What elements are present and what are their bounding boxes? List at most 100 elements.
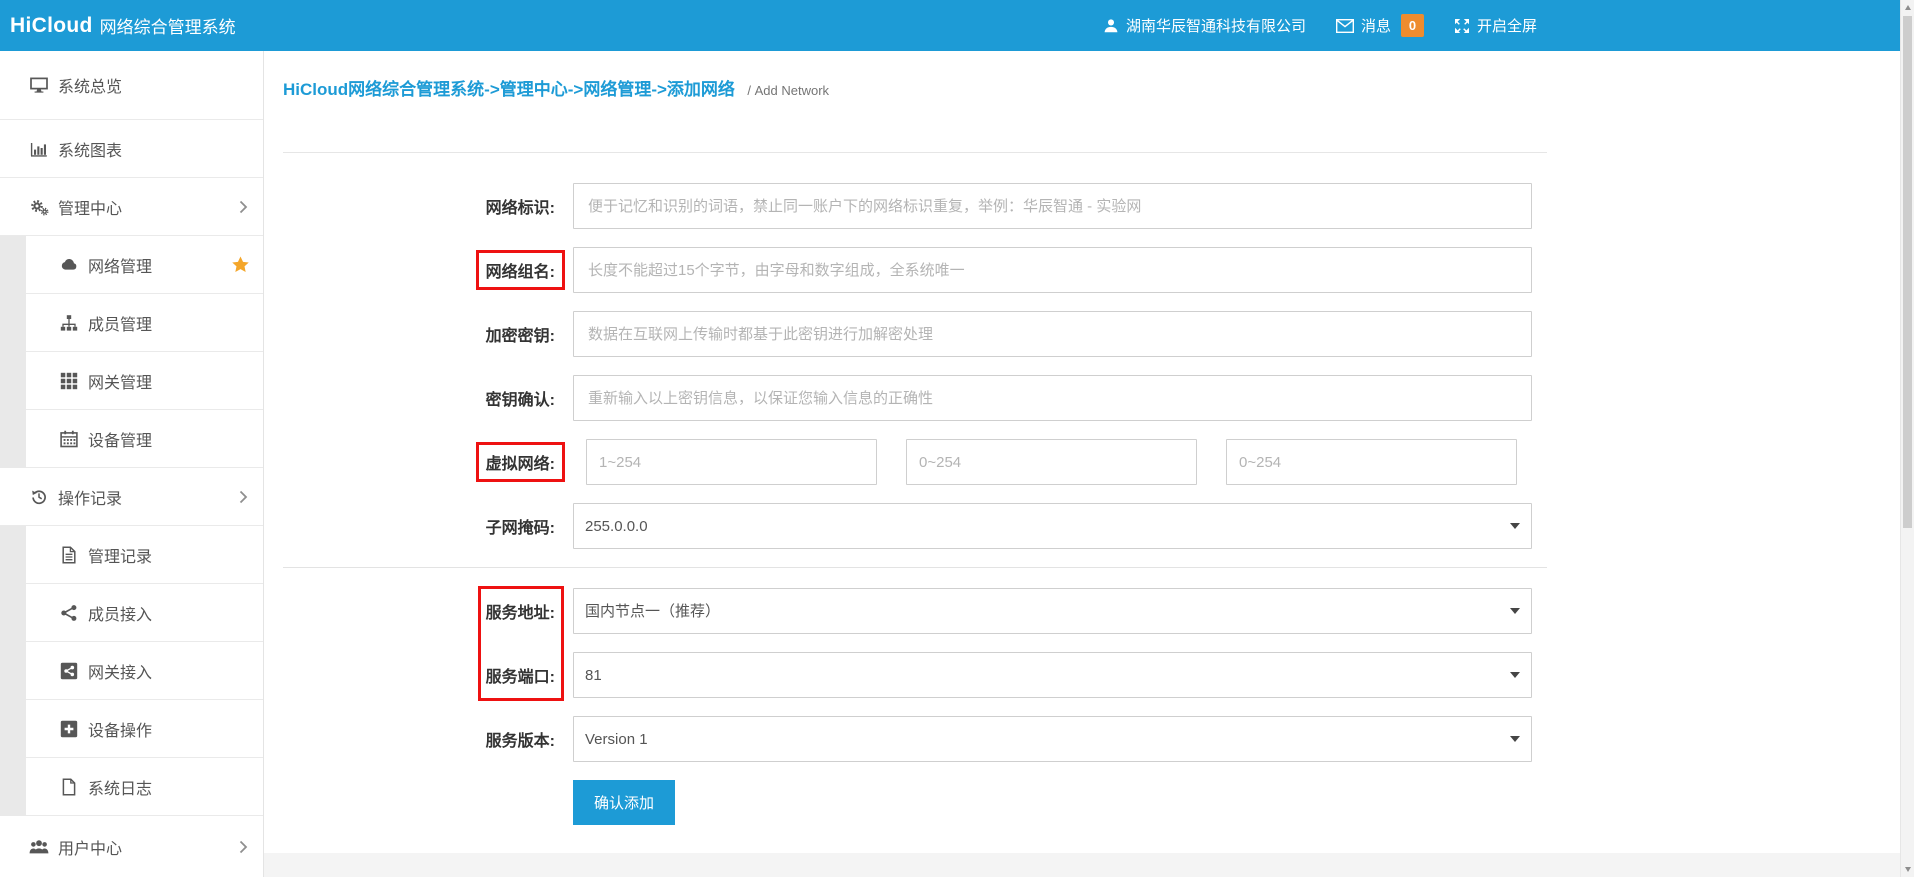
sidebar-item-label: 用户中心 (58, 835, 122, 859)
sidebar-item-operation-records[interactable]: 操作记录 (0, 468, 263, 526)
form-row-submit: 确认添加 (264, 780, 1900, 826)
page-background-strip (264, 853, 1900, 877)
key-confirm-input[interactable] (573, 375, 1532, 421)
field-label: 密钥确认: (264, 375, 555, 421)
field-label-text: 服务地址: (486, 599, 555, 623)
confirm-add-button[interactable]: 确认添加 (573, 780, 675, 825)
envelope-icon (1336, 19, 1354, 33)
field-label: 虚拟网络: (264, 439, 555, 485)
header-menu: 湖南华辰智通科技有限公司 消息 0 开启全屏 (1103, 0, 1537, 51)
network-name-input[interactable] (573, 183, 1532, 229)
form-row-key-confirm: 密钥确认: (264, 375, 1900, 421)
form-row-subnet-mask: 子网掩码: 255.0.0.0 (264, 503, 1900, 549)
virtual-network-input-3[interactable] (1226, 439, 1517, 485)
field-label-text: 服务端口: (486, 663, 555, 687)
sidebar-item-label: 网络管理 (88, 253, 152, 277)
cloud-icon (57, 256, 81, 274)
sidebar-item-device-operations[interactable]: 设备操作 (26, 700, 263, 758)
messages-label: 消息 (1361, 15, 1391, 36)
field-label-text: 加密密钥: (486, 322, 555, 346)
sidebar-submenu: 管理记录成员接入网关接入设备操作系统日志 (0, 526, 263, 816)
chevron-right-icon (239, 200, 248, 214)
field-label: 服务版本: (264, 716, 555, 762)
form-row-service-address: 服务地址: 国内节点一（推荐） (264, 588, 1900, 634)
form-row-encryption-key: 加密密钥: (264, 311, 1900, 357)
sidebar-item-label: 网关管理 (88, 369, 152, 393)
breadcrumb-trail[interactable]: HiCloud网络综合管理系统->管理中心->网络管理->添加网络 (283, 80, 735, 99)
sidebar-item-label: 网关接入 (88, 659, 152, 683)
virtual-network-input-2[interactable] (906, 439, 1197, 485)
virtual-network-input-1[interactable] (586, 439, 877, 485)
top-bar: HiCloud 网络综合管理系统 湖南华辰智通科技有限公司 消息 0 开启全屏 (0, 0, 1900, 51)
sidebar-item-label: 管理记录 (88, 543, 152, 567)
fullscreen-toggle[interactable]: 开启全屏 (1454, 15, 1537, 36)
subnet-mask-select[interactable]: 255.0.0.0 (573, 503, 1532, 549)
encryption-key-input[interactable] (573, 311, 1532, 357)
sidebar-item-label: 系统图表 (58, 137, 122, 161)
annotation-red-box: 虚拟网络: (476, 442, 565, 482)
sidebar-item-management-records[interactable]: 管理记录 (26, 526, 263, 584)
chevron-right-icon (239, 840, 248, 854)
service-version-select-wrap: Version 1 (573, 716, 1532, 762)
sidebar-item-user-center[interactable]: 用户中心 (0, 816, 263, 877)
service-address-select[interactable]: 国内节点一（推荐） (573, 588, 1532, 634)
field-label: 网络组名: (264, 247, 555, 293)
label-spacer (264, 780, 555, 826)
sidebar-item-management-center[interactable]: 管理中心 (0, 178, 263, 236)
sidebar-item-label: 成员管理 (88, 311, 152, 335)
favorite-star-icon[interactable] (231, 255, 250, 274)
sidebar-item-system-overview[interactable]: 系统总览 (0, 51, 263, 120)
company-name: 湖南华辰智通科技有限公司 (1126, 15, 1306, 36)
service-field-group: 服务地址: 国内节点一（推荐） 服务端口: 81 (264, 588, 1900, 698)
service-version-select[interactable]: Version 1 (573, 716, 1532, 762)
users-icon (27, 838, 51, 856)
scrollbar[interactable] (1900, 0, 1914, 877)
field-label-text: 虚拟网络: (486, 456, 555, 473)
field-label-text: 服务版本: (486, 727, 555, 751)
messages-count-badge: 0 (1401, 14, 1424, 37)
sidebar-submenu: 网络管理成员管理网关管理设备管理 (0, 236, 263, 468)
service-port-select[interactable]: 81 (573, 652, 1532, 698)
company-menu[interactable]: 湖南华辰智通科技有限公司 (1103, 15, 1306, 36)
plus-square-icon (57, 720, 81, 738)
sidebar-item-gateway-access[interactable]: 网关接入 (26, 642, 263, 700)
share-icon (57, 604, 81, 622)
field-label: 服务地址: (264, 588, 555, 634)
sidebar-item-system-charts[interactable]: 系统图表 (0, 120, 263, 178)
sidebar-item-member-access[interactable]: 成员接入 (26, 584, 263, 642)
sidebar-item-network-management[interactable]: 网络管理 (26, 236, 263, 294)
messages-menu[interactable]: 消息 0 (1336, 14, 1424, 37)
desktop-icon (27, 76, 51, 94)
sidebar-item-label: 设备管理 (88, 427, 152, 451)
breadcrumb-subtitle: / Add Network (747, 83, 829, 98)
sidebar-item-label: 成员接入 (88, 601, 152, 625)
share-square-icon (57, 662, 81, 680)
field-label: 网络标识: (264, 183, 555, 229)
gears-icon (27, 198, 51, 216)
sidebar-item-gateway-management[interactable]: 网关管理 (26, 352, 263, 410)
scrollbar-thumb[interactable] (1903, 16, 1912, 528)
chevron-right-icon (239, 490, 248, 504)
sidebar-item-device-management[interactable]: 设备管理 (26, 410, 263, 468)
field-label-text: 密钥确认: (486, 386, 555, 410)
calendar-icon (57, 430, 81, 448)
scroll-down-arrow-icon[interactable] (1905, 867, 1911, 872)
sidebar-item-label: 系统总览 (58, 73, 122, 97)
breadcrumb: HiCloud网络综合管理系统->管理中心->网络管理->添加网络 / Add … (264, 51, 1900, 152)
user-icon (1103, 18, 1119, 34)
add-network-form: 网络标识: 网络组名: 加密密钥: 密钥确认: 虚拟网络: 子网掩码: 255.0.0.0 服… (264, 183, 1900, 762)
field-label: 加密密钥: (264, 311, 555, 357)
sidebar: 系统总览系统图表管理中心网络管理成员管理网关管理设备管理操作记录管理记录成员接入… (0, 51, 264, 877)
service-address-select-wrap: 国内节点一（推荐） (573, 588, 1532, 634)
scroll-up-arrow-icon[interactable] (1905, 5, 1911, 10)
file-icon (57, 778, 81, 796)
subnet-mask-select-wrap: 255.0.0.0 (573, 503, 1532, 549)
field-label: 子网掩码: (264, 503, 555, 549)
app-brand: HiCloud 网络综合管理系统 (10, 0, 236, 51)
form-row-network-name: 网络标识: (264, 183, 1900, 229)
file-text-icon (57, 546, 81, 564)
sidebar-item-system-logs[interactable]: 系统日志 (26, 758, 263, 816)
fullscreen-icon (1454, 18, 1470, 34)
sidebar-item-member-management[interactable]: 成员管理 (26, 294, 263, 352)
network-group-input[interactable] (573, 247, 1532, 293)
